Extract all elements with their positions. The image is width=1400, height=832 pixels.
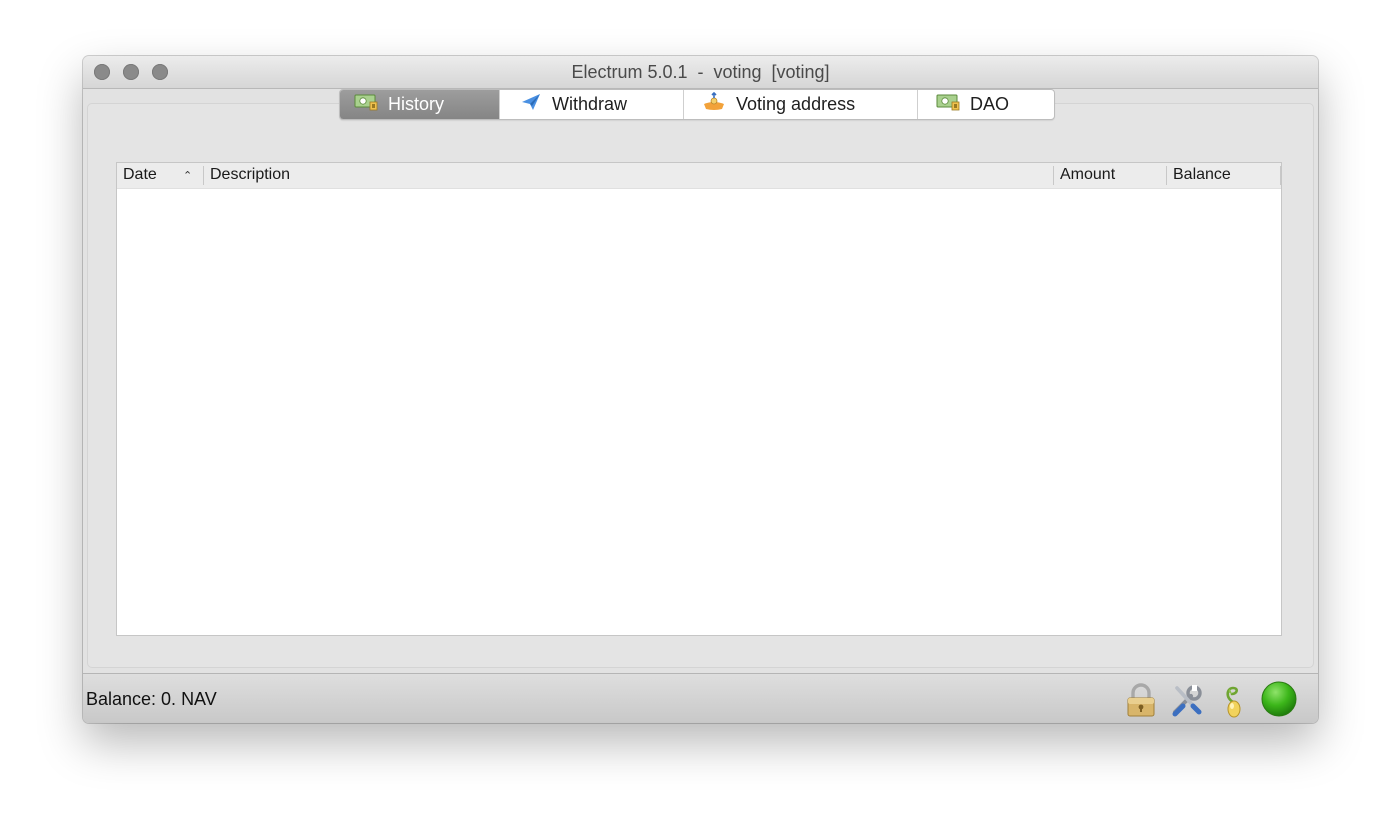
column-header-balance-label: Balance [1173, 166, 1231, 183]
lock-icon[interactable] [1123, 682, 1159, 718]
table-header: Date ⌃ Description Amount Balance [117, 163, 1281, 189]
tab-voting-address[interactable]: Voting address [684, 90, 918, 119]
tab-history-label: History [388, 94, 445, 114]
paper-plane-icon [520, 93, 542, 116]
column-header-description[interactable]: Description [204, 163, 1053, 188]
wallet-icon [354, 93, 378, 116]
sort-ascending-icon: ⌃ [183, 170, 193, 182]
tab-voting-address-label: Voting address [736, 94, 856, 114]
network-status-icon[interactable] [1260, 680, 1298, 718]
title-bar[interactable]: Electrum 5.0.1 - voting [voting] [83, 56, 1318, 89]
column-header-balance[interactable]: Balance [1167, 163, 1281, 188]
history-table[interactable]: Date ⌃ Description Amount Balance [116, 162, 1282, 636]
column-header-amount[interactable]: Amount [1054, 163, 1166, 188]
column-header-date-label: Date [123, 166, 157, 183]
column-divider [1280, 166, 1281, 185]
tab-withdraw[interactable]: Withdraw [500, 90, 684, 119]
tab-withdraw-label: Withdraw [552, 94, 628, 114]
window-title: Electrum 5.0.1 - voting [voting] [571, 62, 830, 82]
receive-icon [702, 91, 726, 117]
tab-dao-label: DAO [970, 94, 1010, 114]
balance-label: Balance: 0. NAV [86, 689, 217, 709]
column-header-description-label: Description [210, 166, 291, 183]
tools-icon[interactable] [1169, 682, 1205, 718]
tab-bar: History Withdraw Voting address DAO [339, 89, 1055, 120]
status-bar: Balance: 0. NAV [83, 673, 1318, 723]
wallet-icon [936, 93, 960, 116]
column-header-amount-label: Amount [1060, 166, 1116, 183]
electrum-window: Electrum 5.0.1 - voting [voting] History [83, 56, 1318, 723]
tab-dao[interactable]: DAO [918, 90, 1054, 119]
seed-icon[interactable] [1215, 682, 1251, 718]
tab-history[interactable]: History [340, 90, 500, 119]
